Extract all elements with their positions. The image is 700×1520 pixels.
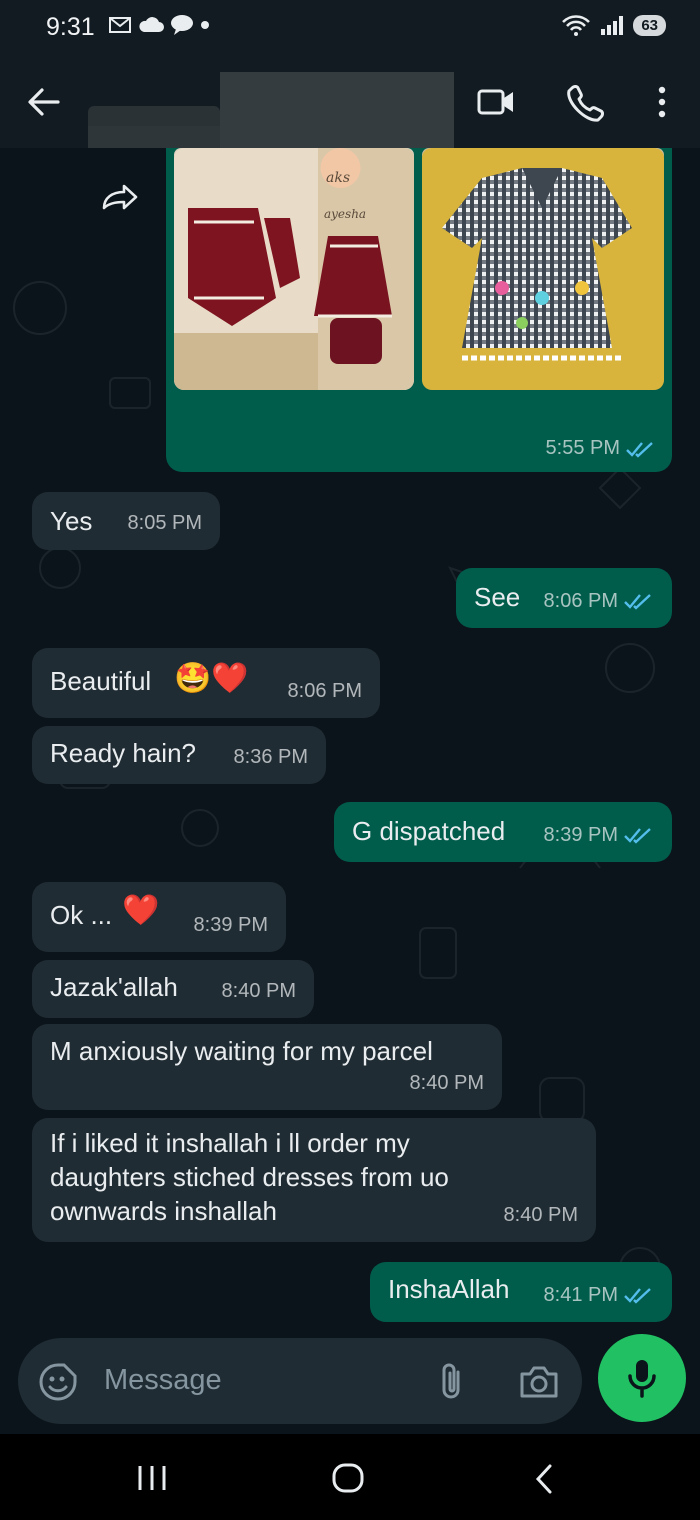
message-outgoing[interactable]: See 8:06 PM [456,568,672,628]
notification-icons [108,14,210,36]
cloud-icon [139,17,164,32]
message-time: 8:36 PM [233,746,308,768]
message-incoming[interactable]: Beautiful 🤩❤️ 8:06 PM [32,648,380,718]
status-bar: 9:31 63 [0,0,700,56]
back-arrow-icon[interactable] [24,84,64,120]
message-meta: 8:40 PM [504,1198,578,1232]
message-time: 5:55 PM [545,437,620,459]
chat-notification-icon [171,15,193,35]
message-meta: 8:05 PM [128,506,202,540]
message-incoming[interactable]: Yes 8:05 PM [32,492,220,550]
message-text: Ready hain? [50,738,196,768]
message-time: 8:06 PM [287,680,362,702]
voice-call-icon[interactable] [564,82,608,122]
svg-text:aks: aks [326,170,350,186]
camera-icon[interactable] [518,1364,560,1400]
message-meta: 8:36 PM [234,740,308,774]
message-meta: 8:39 PM [194,908,268,942]
message-meta: 8:41 PM [544,1278,654,1312]
message-text: G dispatched [352,816,506,846]
message-meta: 8:39 PM [544,818,654,852]
video-call-icon[interactable] [474,82,518,122]
forward-icon[interactable] [100,182,140,212]
message-text: If i liked it inshallah i ll order my da… [50,1128,449,1226]
message-incoming[interactable]: Jazak'allah 8:40 PM [32,960,314,1018]
message-outgoing[interactable]: InshaAllah 8:41 PM [370,1262,672,1322]
dot-icon [201,21,209,29]
sticker-icon[interactable] [38,1362,78,1402]
media-message[interactable]: aks ayesha 5:55 PM [166,148,672,472]
svg-text:ayesha: ayesha [324,207,366,221]
message-time: 8:40 PM [503,1204,578,1226]
red-dress-image: aks ayesha [174,148,414,390]
recents-icon[interactable] [134,1464,170,1492]
status-time: 9:31 [46,13,95,41]
message-time: 8:41 PM [543,1284,618,1306]
photo-red-dress[interactable]: aks ayesha [174,148,414,390]
message-meta: 5:55 PM [546,437,656,460]
read-ticks-icon [624,594,651,610]
message-time: 8:39 PM [193,914,268,936]
message-time: 8:39 PM [543,824,618,846]
message-time: 8:05 PM [127,512,202,534]
system-nav-bar [0,1434,700,1520]
more-options-icon[interactable] [640,82,684,122]
message-input-bar[interactable]: Message [18,1338,582,1424]
message-incoming[interactable]: Ok ... ❤️ 8:39 PM [32,882,286,952]
message-text: M anxiously waiting for my parcel [50,1036,433,1066]
home-icon[interactable] [330,1462,366,1494]
mic-icon [628,1360,656,1398]
nav-back-icon[interactable] [530,1462,560,1496]
wifi-icon [562,15,591,36]
emoji-star-struck-heart: 🤩❤️ [174,662,249,695]
emoji-heart: ❤️ [122,894,160,927]
message-text: Beautiful [50,666,152,696]
read-ticks-icon [626,441,653,458]
message-input[interactable]: Message [104,1364,222,1397]
system-icons: 63 [561,13,666,37]
photo-check-dress[interactable] [422,148,664,390]
signal-icon [601,16,624,35]
battery-indicator: 63 [633,14,666,36]
voice-message-button[interactable] [598,1334,686,1422]
message-incoming[interactable]: Ready hain? 8:36 PM [32,726,326,784]
message-meta: 8:06 PM [544,584,654,618]
chat-header [0,56,700,192]
message-outgoing[interactable]: G dispatched 8:39 PM [334,802,672,862]
attach-icon[interactable] [436,1362,466,1402]
read-ticks-icon [624,828,651,844]
message-time: 8:40 PM [409,1072,484,1094]
check-dress-image [422,148,664,390]
message-meta: 8:40 PM [222,974,296,1008]
message-text: See [474,582,521,612]
message-meta: 8:40 PM [410,1066,484,1100]
message-time: 8:40 PM [221,980,296,1002]
message-text: Jazak'allah [50,972,178,1002]
message-incoming[interactable]: M anxiously waiting for my parcel 8:40 P… [32,1024,502,1110]
message-meta: 8:06 PM [288,674,362,708]
message-text: Ok ... [50,900,113,930]
chat-area[interactable]: aks ayesha 5:55 PM Yes 8:05 PM See 8:06 … [0,148,700,1336]
read-ticks-icon [624,1288,651,1304]
message-time: 8:06 PM [543,590,618,612]
gmail-icon [109,17,131,33]
message-incoming[interactable]: If i liked it inshallah i ll order my da… [32,1118,596,1242]
message-text: Yes [50,506,93,536]
message-text: InshaAllah [388,1274,510,1304]
